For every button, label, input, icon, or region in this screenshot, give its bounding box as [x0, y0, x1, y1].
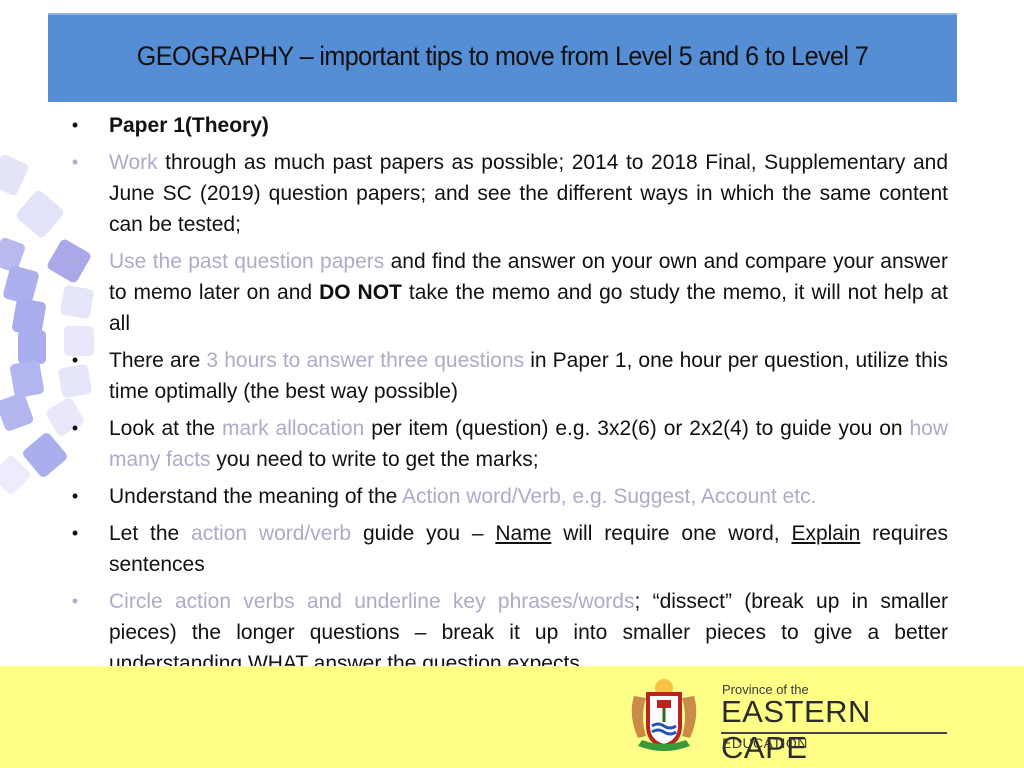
- bullet-item: • Work through as much past papers as pos…: [68, 147, 948, 240]
- bullet-item: • There are 3 hours to answer three quest…: [68, 345, 948, 407]
- bullet-item: • Look at the mark allocation per item (q…: [68, 413, 948, 475]
- underlined-text: Explain: [791, 522, 861, 545]
- deco-tile: [0, 153, 30, 197]
- bullet-list: • Paper 1(Theory) • Work through as much pa…: [68, 110, 948, 685]
- bullet-marker: •: [71, 152, 79, 172]
- text-run: Understand the meaning of the: [109, 485, 403, 508]
- highlight-text: Work: [109, 151, 158, 174]
- deco-tile: [0, 391, 35, 433]
- bullet-marker: •: [71, 591, 79, 611]
- text-run: you need to write to get the marks;: [210, 448, 539, 471]
- highlight-text: Action word/Verb, e.g. Suggest, Account …: [402, 485, 817, 508]
- text-run: will require one word,: [551, 522, 792, 545]
- deco-tile: [0, 453, 33, 497]
- bullet-marker: •: [71, 251, 79, 271]
- bullet-item: • Understand the meaning of the Action wo…: [68, 481, 948, 512]
- underlined-text: Name: [495, 522, 552, 545]
- highlight-text: Circle action verbs and underline key ph…: [109, 590, 635, 613]
- bullet-marker: •: [71, 418, 79, 438]
- bullet-item: • Let the action word/verb guide you – Na…: [68, 518, 948, 580]
- logo-education-text: EDUCATION: [722, 735, 808, 751]
- text-run: guide you –: [351, 522, 496, 545]
- bullet-marker: •: [71, 115, 79, 135]
- deco-tile: [14, 188, 66, 240]
- text-run: through as much past papers as possible;…: [109, 151, 948, 236]
- bold-text: DO NOT: [319, 281, 402, 304]
- deco-tile: [11, 297, 47, 337]
- deco-tile: [18, 330, 46, 364]
- bold-text: Paper 1(Theory): [109, 114, 269, 137]
- deco-tile: [9, 359, 45, 399]
- deco-tile: [21, 431, 69, 479]
- coat-of-arms-icon: [631, 679, 697, 751]
- highlight-text: Use the past question papers: [109, 250, 385, 273]
- highlight-text: 3 hours to answer three questions: [206, 349, 525, 372]
- highlight-text: mark allocation: [221, 417, 365, 440]
- bullet-item: • Use the past question papers and find t…: [68, 246, 948, 339]
- logo-divider: [721, 732, 947, 734]
- bullet-item: • Paper 1(Theory): [68, 110, 948, 141]
- text-run: There are: [109, 349, 207, 372]
- bullet-marker: •: [71, 523, 79, 543]
- text-run: Look at the: [109, 417, 222, 440]
- slide-title: GEOGRAPHY – important tips to move from …: [136, 41, 869, 71]
- eastern-cape-education-logo: Province of the EASTERN CAPE EDUCATION: [624, 676, 954, 765]
- slide-header: GEOGRAPHY – important tips to move from …: [48, 13, 957, 102]
- logo-eastern-cape-text: EASTERN CAPE: [721, 694, 871, 765]
- deco-tile: [0, 236, 27, 274]
- text-run: per item (question) e.g. 3x2(6) or 2x2(4…: [364, 417, 910, 440]
- bullet-marker: •: [71, 486, 79, 506]
- text-run: Let the: [109, 522, 192, 545]
- bullet-marker: •: [71, 350, 79, 370]
- deco-tile: [2, 264, 40, 306]
- highlight-text: action word/verb: [191, 522, 352, 545]
